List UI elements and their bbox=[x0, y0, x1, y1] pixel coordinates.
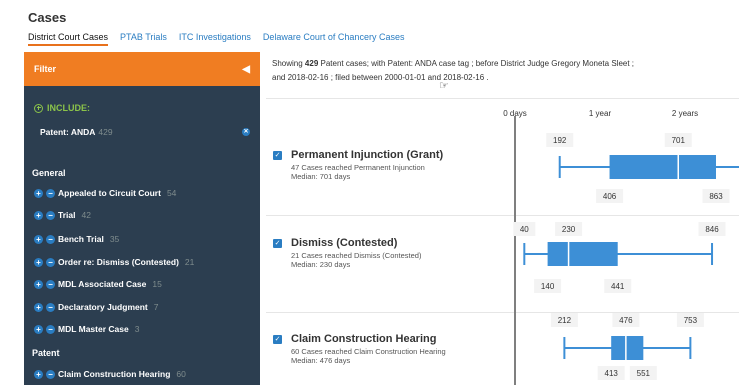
exclude-icon[interactable]: − bbox=[46, 279, 55, 289]
value-label: 753 bbox=[684, 316, 698, 325]
facet-item[interactable]: + − Trial 42 bbox=[34, 210, 91, 220]
iqr-box bbox=[547, 242, 618, 266]
facet-label: Bench Trial bbox=[58, 234, 104, 244]
value-label: 230 bbox=[562, 225, 576, 234]
exclude-icon[interactable]: − bbox=[46, 369, 55, 379]
chevron-left-icon[interactable]: ◀ bbox=[242, 64, 250, 75]
value-label: 551 bbox=[637, 369, 651, 378]
exclude-icon[interactable]: − bbox=[46, 302, 55, 312]
value-label: 863 bbox=[709, 192, 723, 201]
add-icon[interactable]: + bbox=[34, 257, 43, 267]
add-icon[interactable]: + bbox=[34, 369, 43, 379]
exclude-icon[interactable]: − bbox=[46, 257, 55, 267]
facet-label: Declaratory Judgment bbox=[58, 302, 148, 312]
facet-label: Claim Construction Hearing bbox=[58, 369, 171, 379]
include-item-label: Patent: ANDA bbox=[40, 127, 96, 137]
facet-item[interactable]: + − Appealed to Circuit Court 54 bbox=[34, 188, 176, 198]
results-panel: Showing 429 Patent cases; with Patent: A… bbox=[266, 52, 739, 385]
plus-circle-icon[interactable] bbox=[34, 103, 43, 113]
value-label: 846 bbox=[705, 225, 719, 234]
value-label: 192 bbox=[553, 136, 567, 145]
filter-label: Filter bbox=[34, 64, 57, 74]
include-filter-item: Patent: ANDA 429 ✕ bbox=[40, 127, 250, 137]
iqr-box bbox=[609, 155, 716, 179]
boxplot-chart: 192 701 406 863 40 230 846 140 441 212 476 753 413 55… bbox=[513, 116, 739, 385]
add-icon[interactable]: + bbox=[34, 324, 43, 334]
value-label: 212 bbox=[558, 316, 572, 325]
case-type-tabs: District Court Cases PTAB Trials ITC Inv… bbox=[28, 32, 416, 46]
facet-label: Appealed to Circuit Court bbox=[58, 188, 161, 198]
facet-count: 7 bbox=[153, 302, 159, 312]
add-icon[interactable]: + bbox=[34, 210, 43, 220]
exclude-icon[interactable]: − bbox=[46, 188, 55, 198]
facet-item[interactable]: + − Order re: Dismiss (Contested) 21 bbox=[34, 257, 194, 267]
value-label: 413 bbox=[605, 369, 619, 378]
include-label: INCLUDE: bbox=[47, 103, 90, 113]
filter-header[interactable]: Filter ◀ bbox=[24, 52, 260, 86]
exclude-icon[interactable]: − bbox=[46, 210, 55, 220]
exclude-icon[interactable]: − bbox=[46, 324, 55, 334]
add-icon[interactable]: + bbox=[34, 234, 43, 244]
tab-itc-investigations[interactable]: ITC Investigations bbox=[179, 32, 251, 46]
add-icon[interactable]: + bbox=[34, 302, 43, 312]
facet-count: 60 bbox=[176, 369, 186, 379]
filter-sidebar: Filter ◀ INCLUDE: Patent: ANDA 429 ✕ Gene… bbox=[24, 52, 260, 385]
include-item-count: 429 bbox=[98, 127, 113, 137]
facet-count: 42 bbox=[81, 210, 91, 220]
tab-district-court-cases[interactable]: District Court Cases bbox=[28, 32, 109, 46]
add-icon[interactable]: + bbox=[34, 188, 43, 198]
facet-label: MDL Master Case bbox=[58, 324, 129, 334]
group-header-general: General bbox=[32, 168, 66, 178]
exclude-icon[interactable]: − bbox=[46, 234, 55, 244]
facet-count: 54 bbox=[166, 188, 177, 198]
iqr-box bbox=[611, 336, 644, 360]
facet-label: MDL Associated Case bbox=[58, 279, 147, 289]
page-title: Cases bbox=[28, 10, 67, 25]
value-label: 140 bbox=[541, 282, 555, 291]
value-label: 406 bbox=[603, 192, 617, 201]
value-label: 441 bbox=[611, 282, 625, 291]
facet-count: 3 bbox=[134, 324, 140, 334]
tab-ptab-trials[interactable]: PTAB Trials bbox=[120, 32, 167, 46]
value-label: 40 bbox=[520, 225, 529, 234]
facet-count: 21 bbox=[184, 257, 195, 267]
include-section-header: INCLUDE: bbox=[34, 103, 90, 113]
tab-delaware-chancery[interactable]: Delaware Court of Chancery Cases bbox=[263, 32, 405, 46]
value-label: 476 bbox=[619, 316, 633, 325]
value-label: 701 bbox=[672, 136, 686, 145]
add-icon[interactable]: + bbox=[34, 279, 43, 289]
facet-item[interactable]: + − Declaratory Judgment 7 bbox=[34, 302, 158, 312]
facet-label: Order re: Dismiss (Contested) bbox=[58, 257, 179, 267]
facet-item[interactable]: + − MDL Associated Case 15 bbox=[34, 279, 162, 289]
facet-label: Trial bbox=[58, 210, 76, 220]
remove-filter-icon[interactable]: ✕ bbox=[242, 128, 250, 136]
facet-item[interactable]: + − Bench Trial 35 bbox=[34, 234, 119, 244]
facet-item[interactable]: + − MDL Master Case 3 bbox=[34, 324, 139, 334]
facet-count: 15 bbox=[152, 279, 162, 289]
facet-item[interactable]: + − Claim Construction Hearing 60 bbox=[34, 369, 186, 379]
facet-count: 35 bbox=[109, 234, 120, 244]
group-header-patent: Patent bbox=[32, 348, 60, 358]
